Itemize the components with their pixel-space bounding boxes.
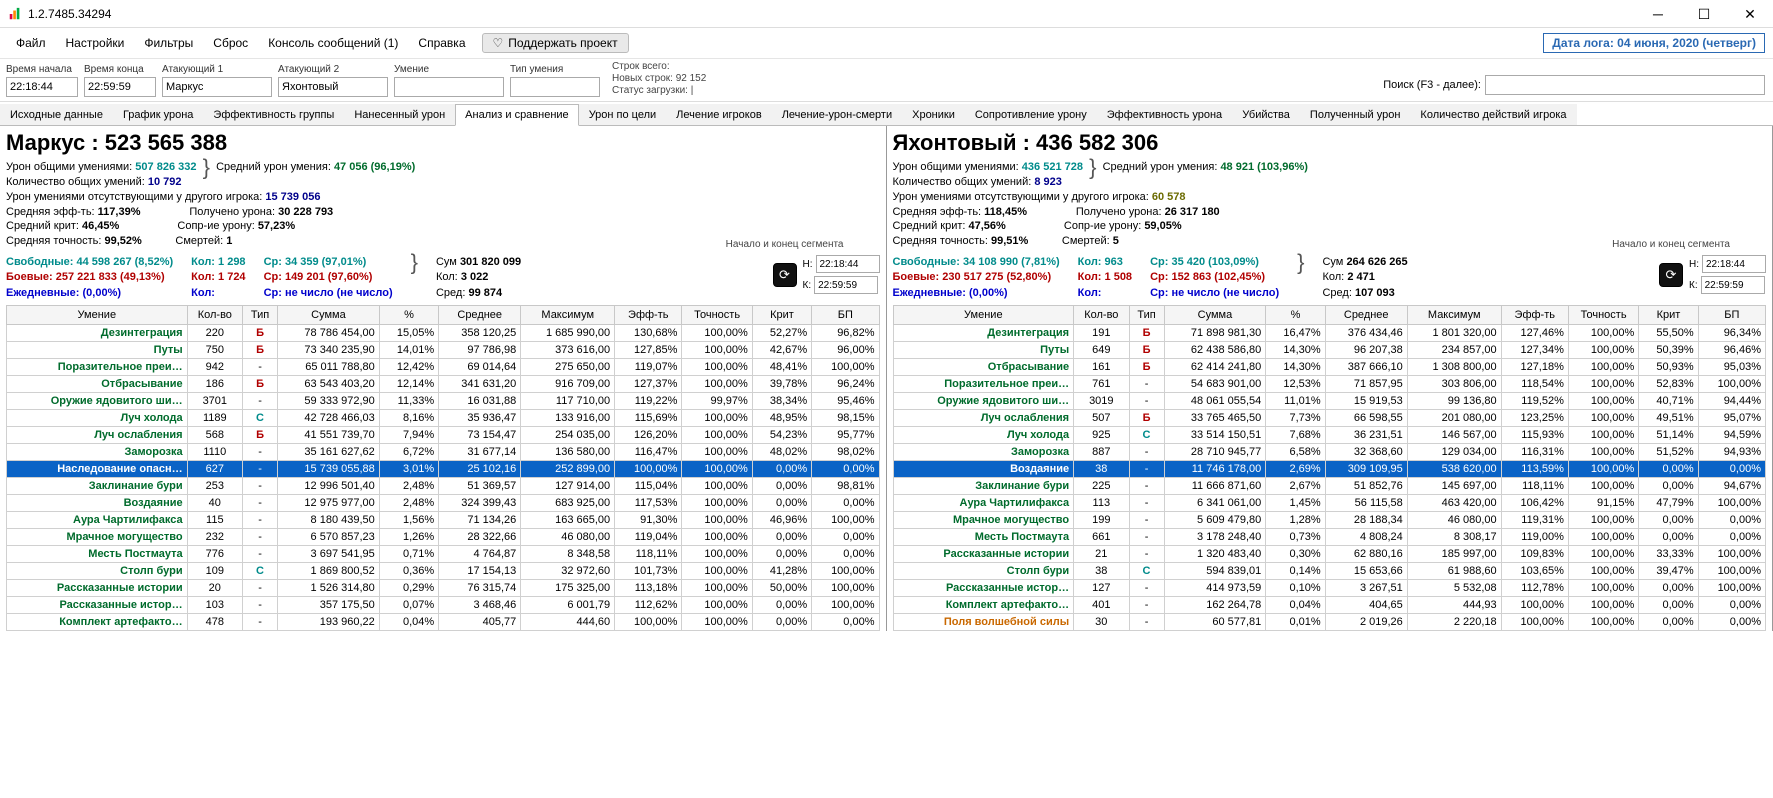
line-stats: Строк всего: Новых строк: 92 152 Статус … — [612, 61, 706, 97]
table-row[interactable]: Луч холода925С33 514 150,517,68%36 231,5… — [893, 427, 1766, 444]
table-row[interactable]: Луч холода1189С42 728 466,038,16%35 936,… — [7, 410, 880, 427]
toolbar: Время начала Время конца Атакующий 1 Ата… — [0, 59, 1773, 102]
menu-console[interactable]: Консоль сообщений (1) — [258, 32, 408, 54]
table-row[interactable]: Аура Чартилифакса115-8 180 439,501,56%71… — [7, 512, 880, 529]
tab-7[interactable]: Лечение-урон-смерти — [772, 104, 902, 125]
table-row[interactable]: Отбрасывание186Б63 543 403,2012,14%341 6… — [7, 376, 880, 393]
table-row[interactable]: Луч ослабления568Б41 551 739,707,94%73 1… — [7, 427, 880, 444]
tab-5[interactable]: Урон по цели — [579, 104, 666, 125]
right-end-spin[interactable] — [1701, 276, 1765, 294]
table-row[interactable]: Поля волшебной силы30-60 577,810,01%2 01… — [893, 614, 1766, 631]
right-title: Яхонтовый : 436 582 306 — [893, 130, 1767, 156]
table-row[interactable]: Заклинание бури253-12 996 501,402,48%51 … — [7, 478, 880, 495]
table-row[interactable]: Столп бури109С1 869 800,520,36%17 154,13… — [7, 563, 880, 580]
table-row[interactable]: Поразительное преи…942-65 011 788,8012,4… — [7, 359, 880, 376]
tab-12[interactable]: Полученный урон — [1300, 104, 1411, 125]
table-row[interactable]: Воздаяние38-11 746 178,002,69%309 109,95… — [893, 461, 1766, 478]
table-row[interactable]: Рассказанные истор…127-414 973,590,10%3 … — [893, 580, 1766, 597]
left-start-spin[interactable] — [816, 255, 880, 273]
time-start-input[interactable] — [6, 77, 78, 97]
table-row[interactable]: Рассказанные истор…103-357 175,500,07%3 … — [7, 597, 880, 614]
table-row[interactable]: Месть Постмаута661-3 178 248,400,73%4 80… — [893, 529, 1766, 546]
table-row[interactable]: Поразительное преи…761-54 683 901,0012,5… — [893, 376, 1766, 393]
table-row[interactable]: Мрачное могущество199-5 609 479,801,28%2… — [893, 512, 1766, 529]
right-pane: Яхонтовый : 436 582 306Урон общими умени… — [887, 126, 1773, 631]
menu-help[interactable]: Справка — [408, 32, 475, 54]
skill-dropdown[interactable] — [394, 77, 504, 97]
close-button[interactable]: ✕ — [1727, 0, 1773, 28]
attacker1-dropdown[interactable] — [162, 77, 272, 97]
table-row[interactable]: Дезинтеграция220Б78 786 454,0015,05%358 … — [7, 325, 880, 342]
date-badge: Дата лога: 04 июня, 2020 (четверг) — [1543, 33, 1765, 53]
support-button[interactable]: ♡Поддержать проект — [482, 33, 629, 53]
left-pane: Маркус : 523 565 388Урон общими умениями… — [0, 126, 887, 631]
search-input[interactable] — [1485, 75, 1765, 95]
table-row[interactable]: Заморозка887-28 710 945,776,58%32 368,60… — [893, 444, 1766, 461]
menu-filters[interactable]: Фильтры — [134, 32, 203, 54]
app-icon — [8, 7, 22, 21]
tab-bar: Исходные данныеГрафик уронаЭффективность… — [0, 102, 1773, 126]
tab-4[interactable]: Анализ и сравнение — [455, 104, 579, 126]
table-row[interactable]: Мрачное могущество232-6 570 857,231,26%2… — [7, 529, 880, 546]
tab-8[interactable]: Хроники — [902, 104, 965, 125]
table-row[interactable]: Аура Чартилифакса113-6 341 061,001,45%56… — [893, 495, 1766, 512]
table-row[interactable]: Комплект артефакто…401-162 264,780,04%40… — [893, 597, 1766, 614]
tab-11[interactable]: Убийства — [1232, 104, 1300, 125]
table-row[interactable]: Воздаяние40-12 975 977,002,48%324 399,43… — [7, 495, 880, 512]
attacker2-dropdown[interactable] — [278, 77, 388, 97]
tab-13[interactable]: Количество действий игрока — [1410, 104, 1576, 125]
tab-2[interactable]: Эффективность группы — [203, 104, 344, 125]
left-end-spin[interactable] — [814, 276, 878, 294]
table-row[interactable]: Наследование опасн…627-15 739 055,883,01… — [7, 461, 880, 478]
time-end-input[interactable] — [84, 77, 156, 97]
table-row[interactable]: Комплект артефакто…478-193 960,220,04%40… — [7, 614, 880, 631]
search-label: Поиск (F3 - далее): — [1383, 79, 1481, 91]
right-table: УмениеКол-воТипСумма%СреднееМаксимумЭфф-… — [893, 305, 1767, 631]
maximize-button[interactable]: ☐ — [1681, 0, 1727, 28]
table-row[interactable]: Луч ослабления507Б33 765 465,507,73%66 5… — [893, 410, 1766, 427]
table-row[interactable]: Оружие ядовитого ши…3019-48 061 055,5411… — [893, 393, 1766, 410]
table-row[interactable]: Заморозка1110-35 161 627,626,72%31 677,1… — [7, 444, 880, 461]
table-row[interactable]: Отбрасывание161Б62 414 241,8014,30%387 6… — [893, 359, 1766, 376]
tab-1[interactable]: График урона — [113, 104, 203, 125]
menu-bar: Файл Настройки Фильтры Сброс Консоль соо… — [0, 28, 1773, 59]
menu-settings[interactable]: Настройки — [56, 32, 135, 54]
menu-file[interactable]: Файл — [6, 32, 56, 54]
left-title: Маркус : 523 565 388 — [6, 130, 880, 156]
tab-9[interactable]: Сопротивление урону — [965, 104, 1097, 125]
table-row[interactable]: Путы750Б73 340 235,9014,01%97 786,98373 … — [7, 342, 880, 359]
window-title: 1.2.7485.34294 — [28, 7, 111, 21]
left-table: УмениеКол-воТипСумма%СреднееМаксимумЭфф-… — [6, 305, 880, 631]
table-row[interactable]: Столп бури38С594 839,010,14%15 653,6661 … — [893, 563, 1766, 580]
left-refresh-button[interactable]: ⟳ — [773, 263, 797, 287]
tab-10[interactable]: Эффективность урона — [1097, 104, 1232, 125]
tab-0[interactable]: Исходные данные — [0, 104, 113, 125]
title-bar: 1.2.7485.34294 ─ ☐ ✕ — [0, 0, 1773, 28]
table-row[interactable]: Путы649Б62 438 586,8014,30%96 207,38234 … — [893, 342, 1766, 359]
table-row[interactable]: Оружие ядовитого ши…3701-59 333 972,9011… — [7, 393, 880, 410]
right-start-spin[interactable] — [1702, 255, 1766, 273]
table-row[interactable]: Заклинание бури225-11 666 871,602,67%51 … — [893, 478, 1766, 495]
table-row[interactable]: Рассказанные истории20-1 526 314,800,29%… — [7, 580, 880, 597]
table-row[interactable]: Месть Постмаута776-3 697 541,950,71%4 76… — [7, 546, 880, 563]
menu-reset[interactable]: Сброс — [203, 32, 258, 54]
tab-3[interactable]: Нанесенный урон — [344, 104, 455, 125]
tab-6[interactable]: Лечение игроков — [666, 104, 772, 125]
heart-icon: ♡ — [493, 36, 504, 50]
table-row[interactable]: Дезинтеграция191Б71 898 981,3016,47%376 … — [893, 325, 1766, 342]
right-refresh-button[interactable]: ⟳ — [1659, 263, 1683, 287]
skill-type-dropdown[interactable] — [510, 77, 600, 97]
table-row[interactable]: Рассказанные истории21-1 320 483,400,30%… — [893, 546, 1766, 563]
minimize-button[interactable]: ─ — [1635, 0, 1681, 28]
